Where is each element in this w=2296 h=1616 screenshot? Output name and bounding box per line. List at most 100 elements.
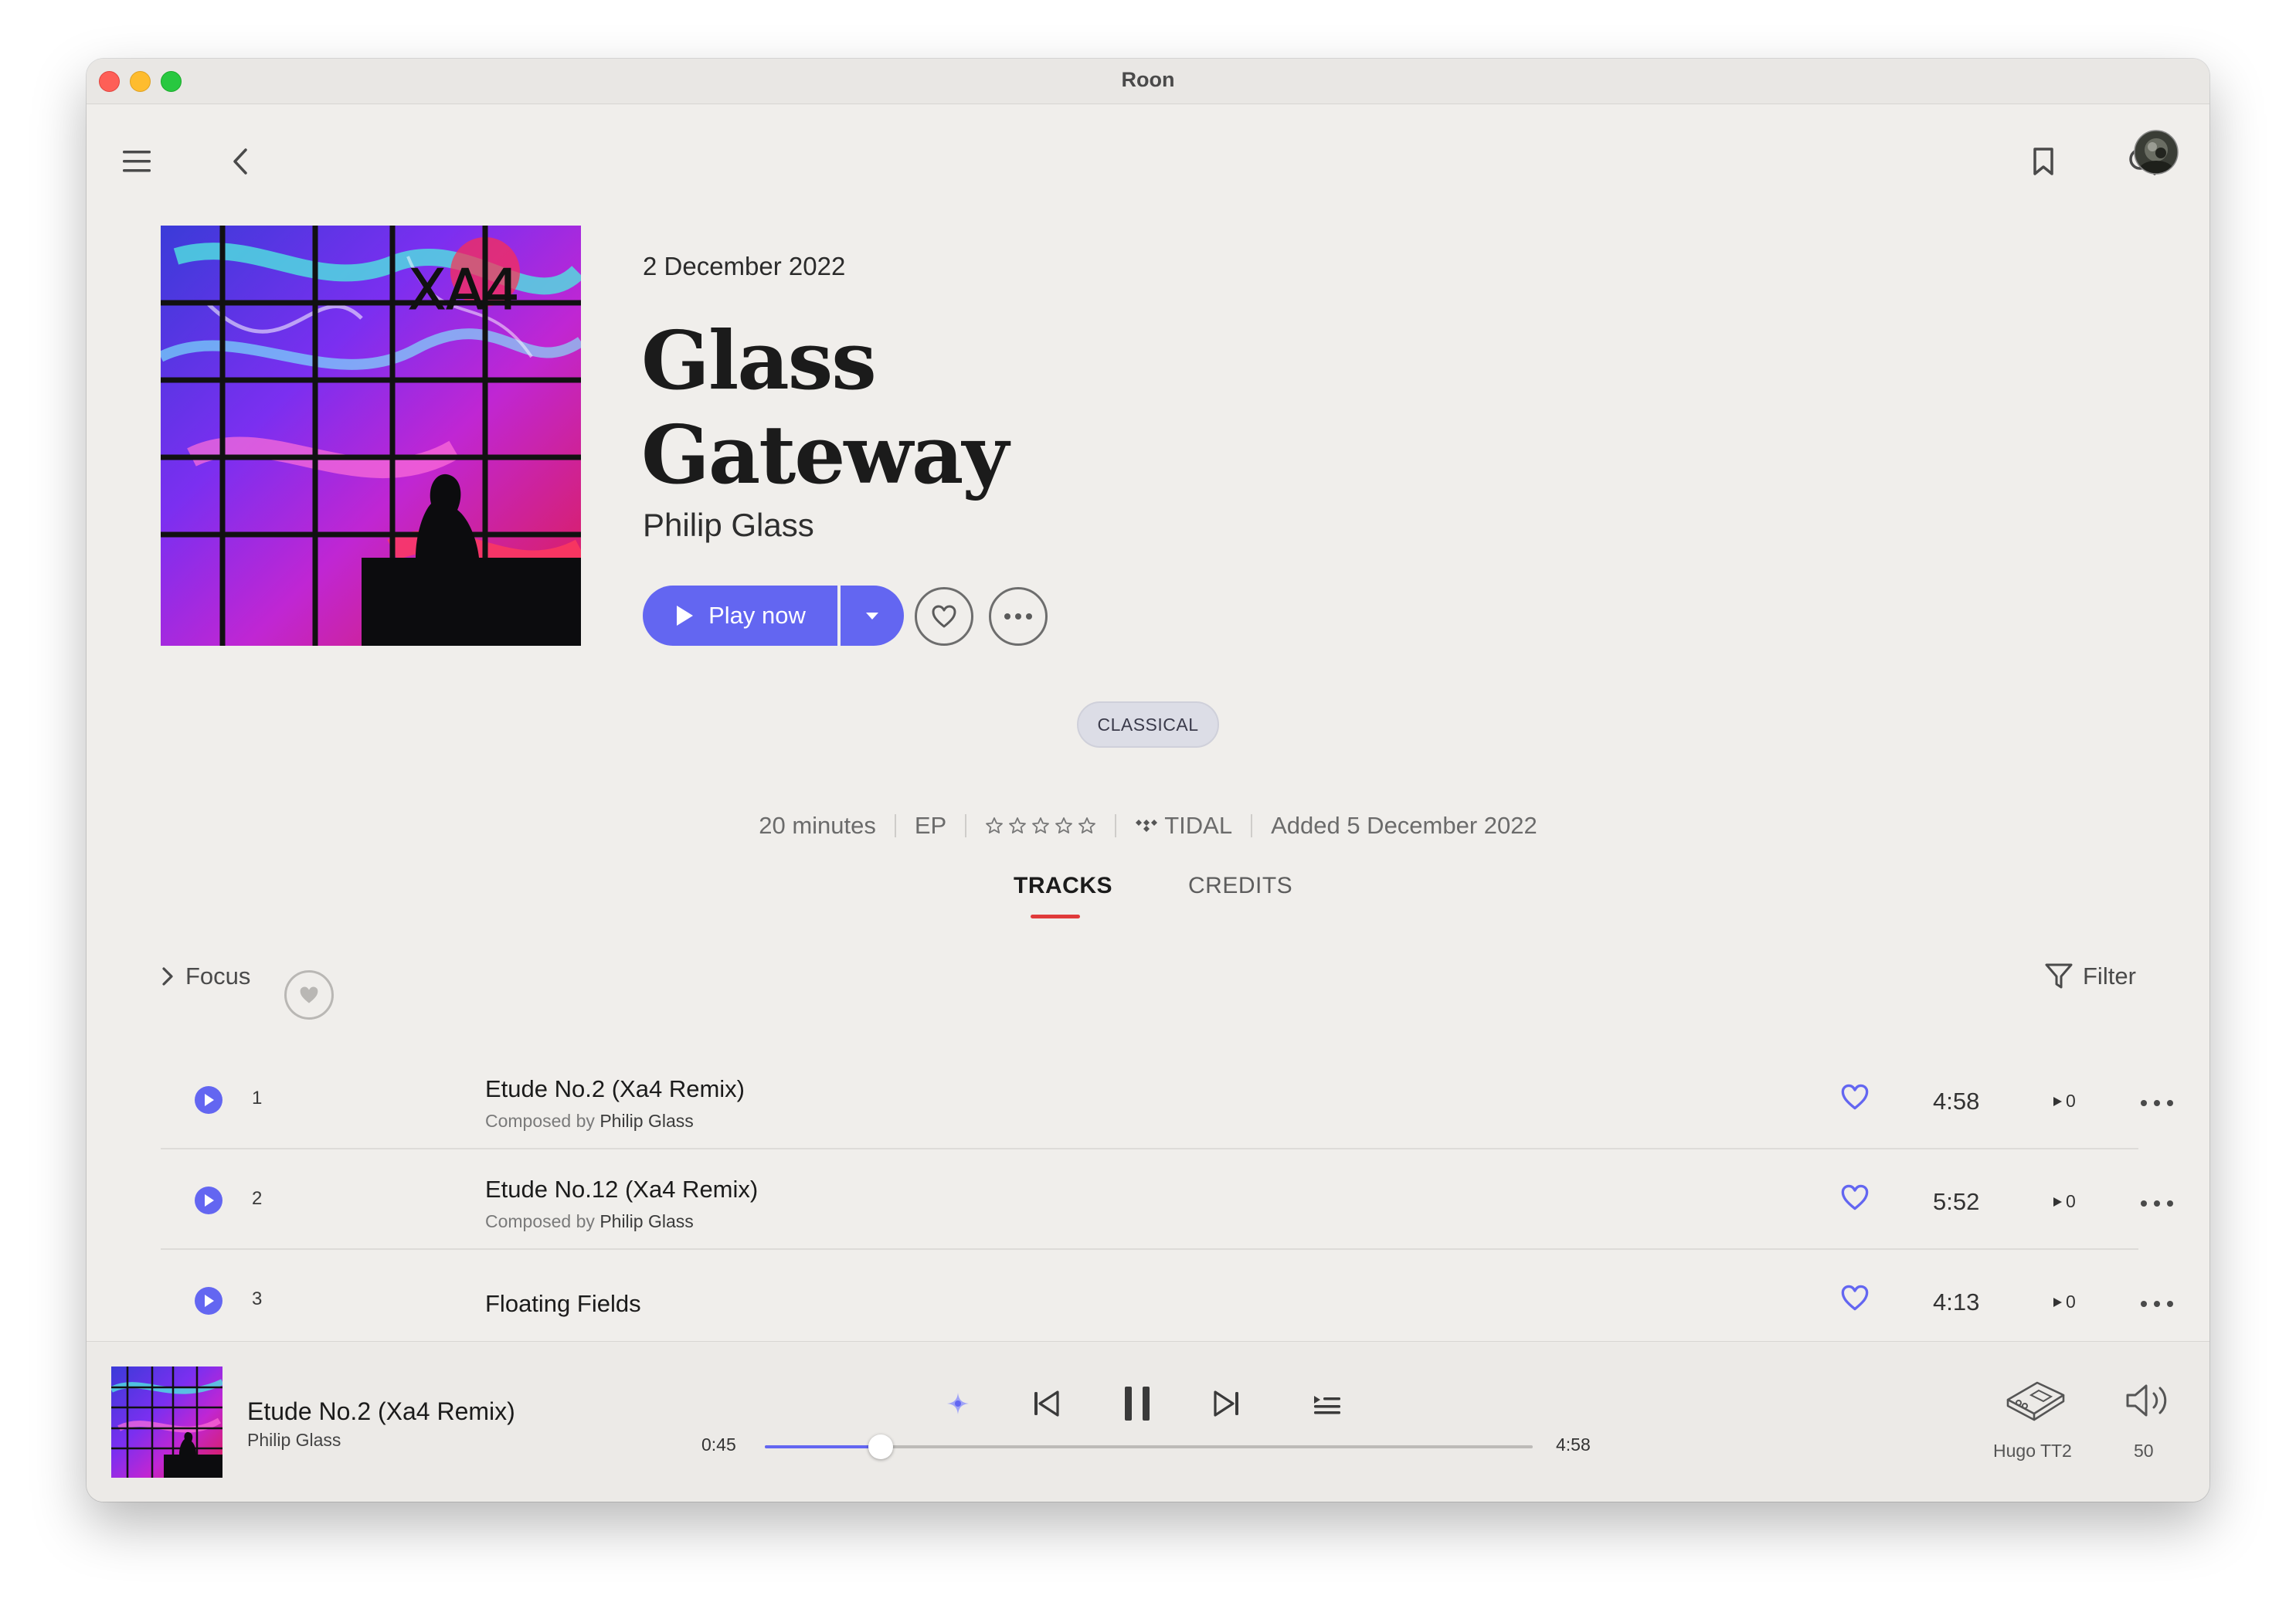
heart-icon [1841,1285,1869,1311]
star-icon[interactable] [1055,816,1073,835]
track-title[interactable]: Floating Fields [485,1290,641,1318]
now-playing-artist[interactable]: Philip Glass [247,1430,341,1451]
track-more-button[interactable] [2140,1298,2174,1312]
album-title-line-1: Glass [641,313,877,408]
seek-bar[interactable] [765,1434,1533,1459]
queue-button[interactable] [1304,1380,1350,1427]
track-composer-line: Composed by Philip Glass [485,1211,694,1232]
zone-picker-button[interactable] [2002,1373,2067,1427]
album-cover: XA4 [161,226,581,646]
composed-by-prefix: Composed by [485,1111,595,1131]
album-more-button[interactable] [989,587,1048,646]
composer-link[interactable]: Philip Glass [599,1211,693,1231]
more-horizontal-icon [2141,1200,2173,1207]
album-format: EP [914,812,947,839]
tidal-logo-icon [1136,820,1158,832]
track-play-button[interactable] [195,1287,222,1315]
zone-name[interactable]: Hugo TT2 [1993,1441,2072,1462]
skip-next-icon [1214,1390,1238,1417]
volume-level: 50 [2134,1441,2154,1461]
track-play-count: 0 [2052,1091,2076,1112]
previous-track-button[interactable] [1023,1380,1069,1427]
play-count-value: 0 [2066,1191,2076,1211]
heart-icon [932,605,956,628]
radio-button[interactable] [935,1380,981,1427]
track-duration: 4:13 [1933,1288,1980,1316]
track-number: 1 [252,1088,263,1108]
star-icon[interactable] [1008,816,1027,835]
track-favorite-button[interactable] [1840,1284,1870,1316]
radio-sparkle-icon [947,1393,969,1414]
pause-button[interactable] [1109,1376,1165,1431]
heart-icon [1841,1084,1869,1110]
track-play-count: 0 [2052,1191,2076,1212]
play-count-icon [2053,1297,2062,1307]
tab-tracks[interactable]: TRACKS [1014,873,1112,899]
chevron-right-icon [162,967,173,986]
track-favorite-button[interactable] [1840,1083,1870,1115]
track-more-button[interactable] [2140,1097,2174,1111]
album-meta-row: 20 minutes EP TIDAL Added 5 December 202… [87,806,2209,845]
next-track-button[interactable] [1204,1380,1250,1427]
heart-icon [300,986,318,1003]
album-title-line-2: Gateway [641,407,1009,502]
rating-stars[interactable] [985,816,1096,835]
track-play-count: 0 [2052,1292,2076,1312]
album-artist-link[interactable]: Philip Glass [643,507,814,544]
track-number: 3 [252,1288,263,1309]
track-more-button[interactable] [2140,1197,2174,1211]
focus-toggle[interactable]: Focus [161,962,250,990]
composed-by-prefix: Composed by [485,1211,595,1231]
cover-text: XA4 [408,257,519,322]
album-title: Glass Gateway [641,314,1182,502]
now-playing-bar: Etude No.2 (Xa4 Remix) Philip Glass 0:45… [87,1341,2209,1502]
skip-previous-icon [1034,1390,1059,1417]
back-button[interactable] [218,139,263,184]
more-horizontal-icon [2141,1100,2173,1106]
play-now-label: Play now [708,602,806,629]
total-time: 4:58 [1556,1434,1591,1455]
star-icon[interactable] [1031,816,1050,835]
favorites-filter-button[interactable] [284,970,334,1020]
seek-bar-handle[interactable] [868,1434,894,1459]
track-title[interactable]: Etude No.12 (Xa4 Remix) [485,1176,758,1204]
table-row[interactable]: 3 Floating Fields 4:13 0 [161,1250,2173,1350]
volume-button[interactable] [2121,1377,2175,1424]
album-duration: 20 minutes [759,812,876,839]
menu-button[interactable] [114,139,159,184]
play-icon [205,1295,214,1307]
queue-icon [1314,1396,1340,1414]
hamburger-menu-icon [123,151,151,172]
app-window: Roon XA4 2 December 2022 Glass Gateway P… [87,59,2209,1502]
track-favorite-button[interactable] [1840,1183,1870,1215]
elapsed-time: 0:45 [701,1434,736,1455]
bookmark-icon [2033,148,2053,175]
table-row[interactable]: 2 Etude No.12 (Xa4 Remix) Composed by Ph… [161,1149,2173,1250]
avatar[interactable] [2134,130,2179,175]
volume-icon [2126,1384,2167,1417]
back-chevron-icon [233,148,247,175]
active-tab-indicator [1031,915,1080,918]
tab-credits[interactable]: CREDITS [1188,873,1292,899]
source-label: TIDAL [1164,812,1233,839]
focus-label: Focus [185,962,251,990]
track-title[interactable]: Etude No.2 (Xa4 Remix) [485,1075,745,1103]
genre-tag[interactable]: CLASSICAL [1077,701,1219,748]
play-count-icon [2053,1096,2062,1106]
play-now-button[interactable]: Play now [643,586,837,646]
star-icon[interactable] [1078,816,1096,835]
bookmarks-button[interactable] [2021,139,2066,184]
play-options-dropdown[interactable] [841,586,904,646]
now-playing-cover[interactable] [111,1366,222,1478]
star-icon[interactable] [985,816,1004,835]
favorite-album-button[interactable] [915,587,973,646]
composer-link[interactable]: Philip Glass [599,1111,693,1131]
track-play-button[interactable] [195,1086,222,1114]
filter-label: Filter [2083,962,2136,990]
filter-button[interactable]: Filter [2044,962,2136,990]
track-play-button[interactable] [195,1187,222,1214]
table-row[interactable]: 1 Etude No.2 (Xa4 Remix) Composed by Phi… [161,1049,2173,1149]
track-duration: 5:52 [1933,1188,1980,1215]
now-playing-title[interactable]: Etude No.2 (Xa4 Remix) [247,1397,515,1426]
zone-device-icon [2006,1381,2065,1421]
